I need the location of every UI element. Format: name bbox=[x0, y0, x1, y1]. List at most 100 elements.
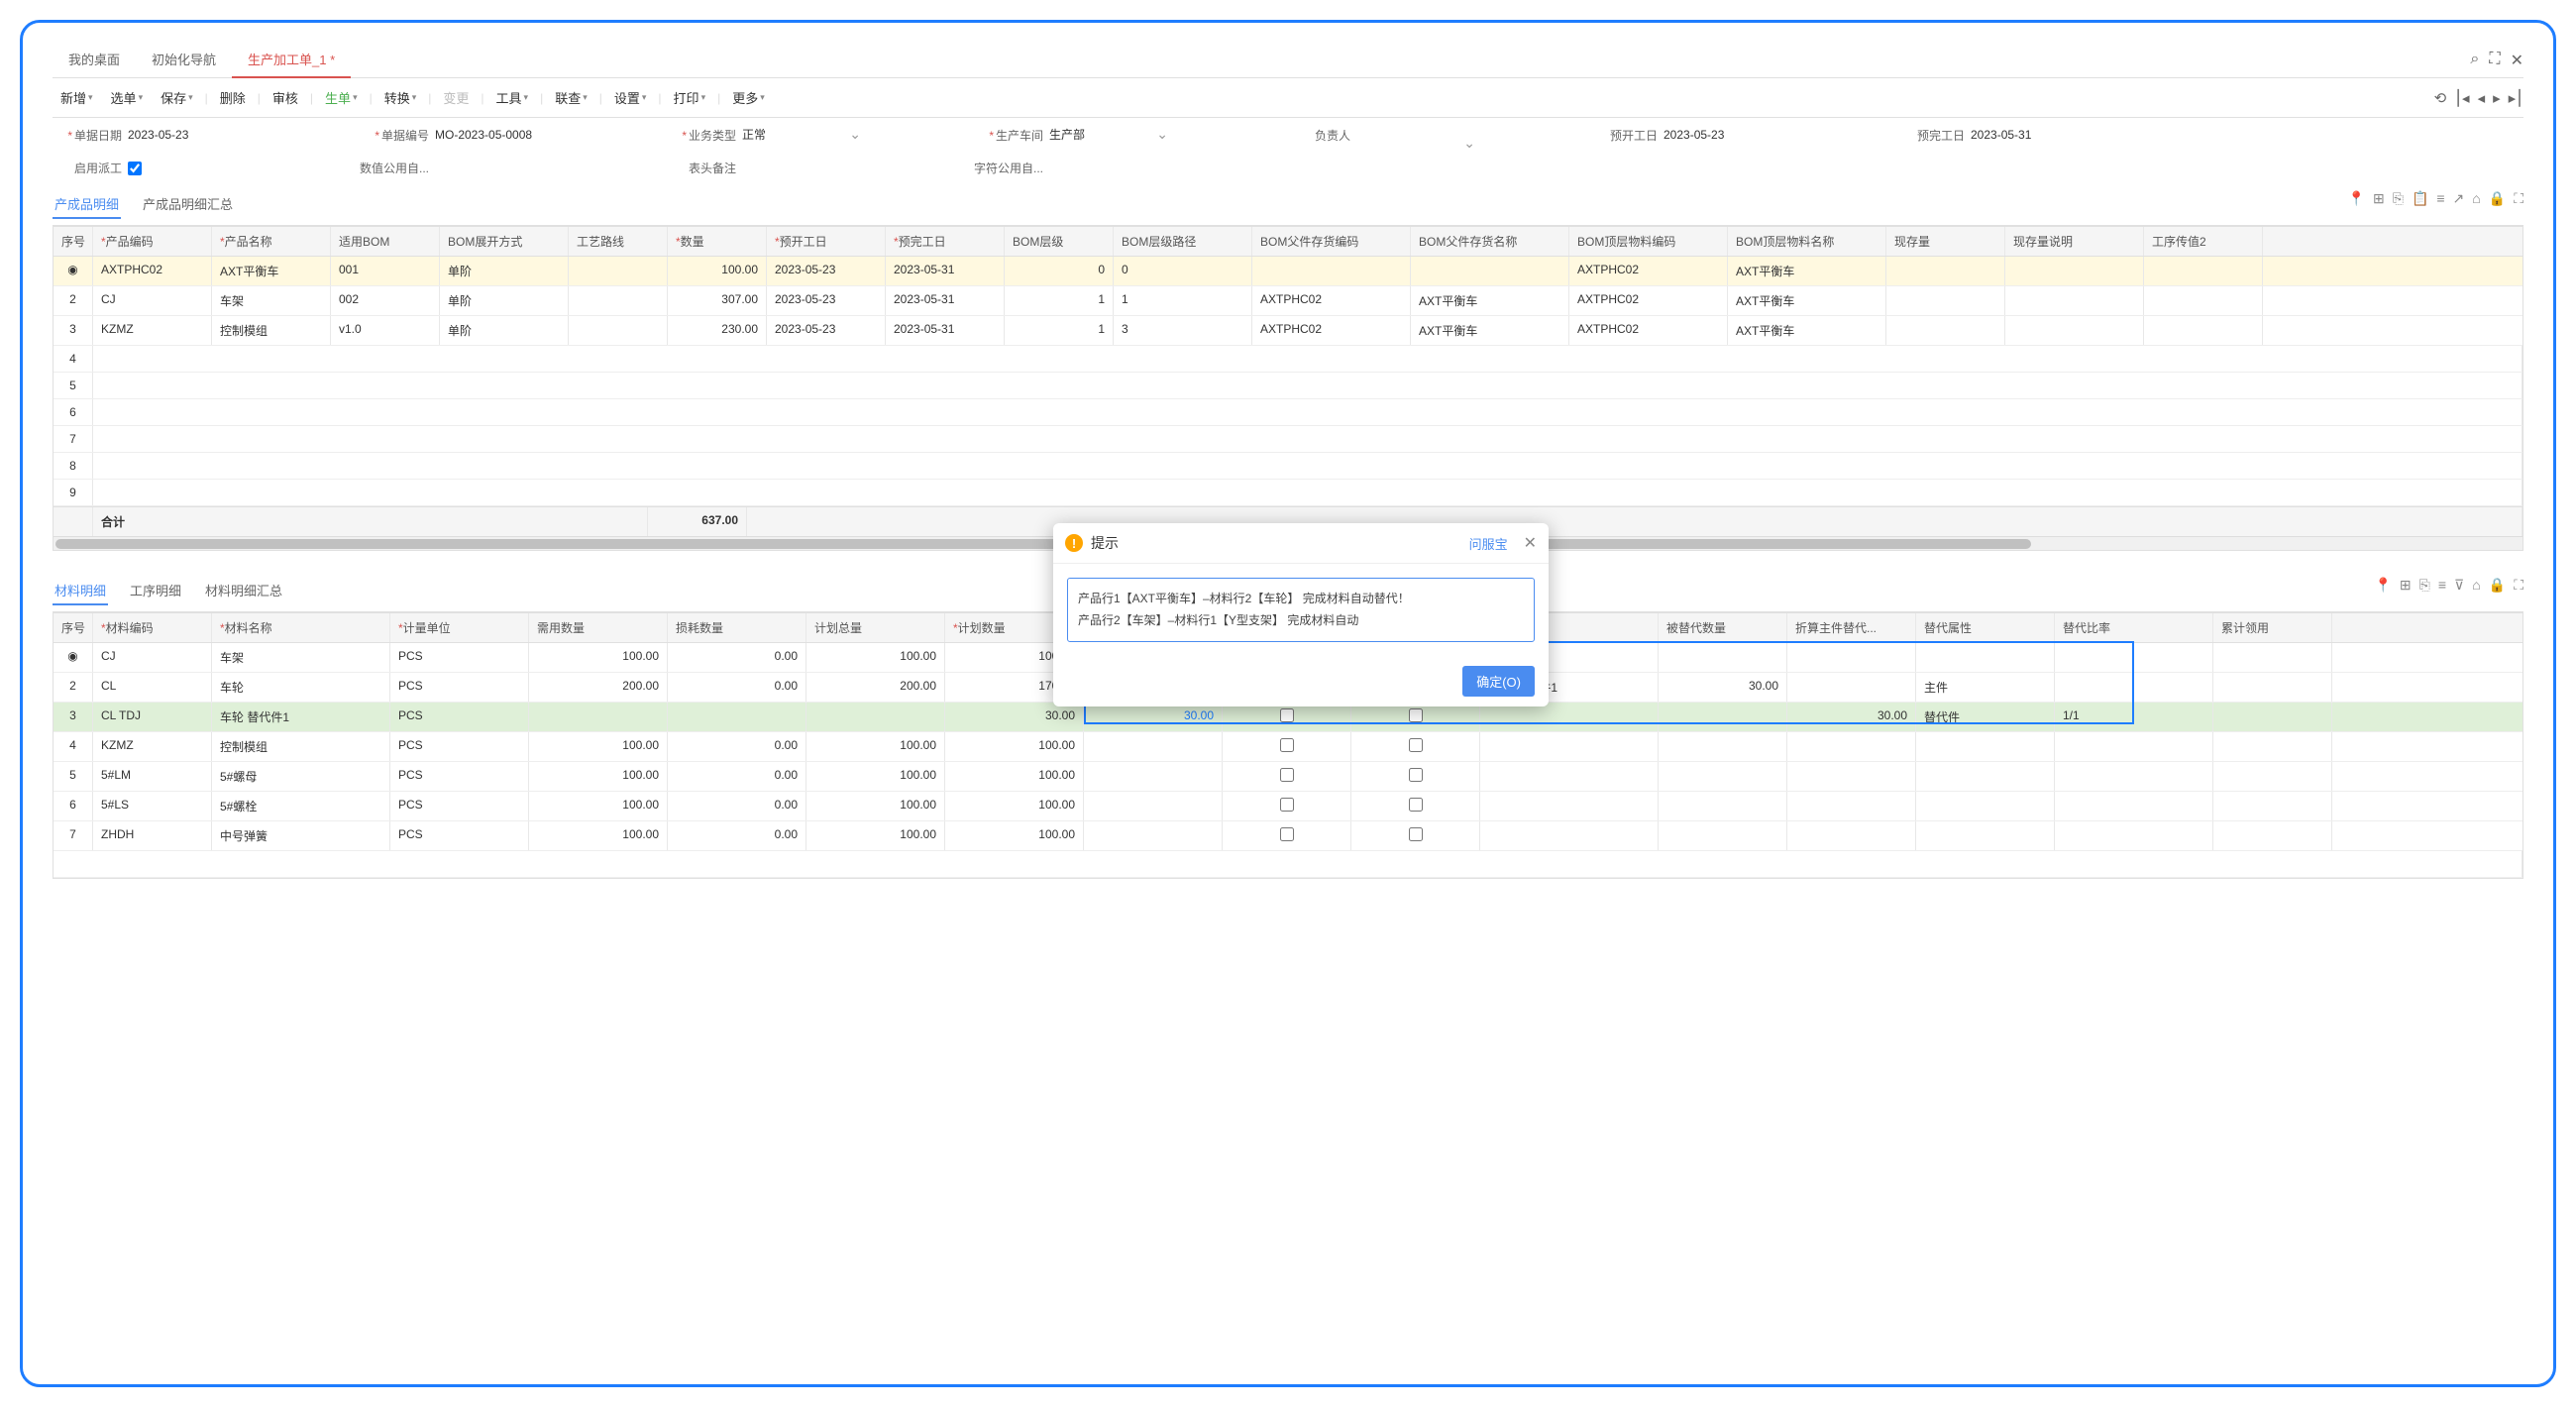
nav-first-icon[interactable]: ⎮◂ bbox=[2454, 89, 2469, 107]
checkbox-dispatch[interactable] bbox=[128, 162, 142, 175]
copy-icon[interactable]: ⎘ bbox=[2393, 190, 2404, 219]
checkbox-substitute[interactable] bbox=[1280, 738, 1294, 752]
nav-last-icon[interactable]: ▸⎮ bbox=[2509, 89, 2523, 107]
add-row-icon[interactable]: ⊞ bbox=[2373, 190, 2385, 219]
table-row[interactable]: 8 bbox=[54, 453, 2522, 480]
menu-print[interactable]: 打印▾ bbox=[666, 84, 714, 111]
table-row[interactable]: 4KZMZ控制模组PCS100.000.00100.00100.00 bbox=[54, 732, 2522, 762]
strike-icon[interactable]: ≡ bbox=[2438, 577, 2446, 605]
tab-material-process[interactable]: 工序明细 bbox=[128, 577, 183, 605]
strike-icon[interactable]: ≡ bbox=[2436, 190, 2444, 219]
copy-icon[interactable]: ⎘ bbox=[2419, 577, 2430, 605]
material-vscroll[interactable] bbox=[2522, 613, 2523, 878]
label-header-note: 表头备注 bbox=[667, 160, 736, 176]
checkbox-auto-sub[interactable] bbox=[1409, 738, 1423, 752]
value-doc-no[interactable]: MO-2023-05-0008 bbox=[435, 128, 554, 142]
value-plan-end[interactable]: 2023-05-31 bbox=[1971, 128, 2090, 142]
table-row[interactable]: 7ZHDH中号弹簧PCS100.000.00100.00100.00 bbox=[54, 821, 2522, 851]
table-row[interactable]: 2CJ车架002单阶307.002023-05-232023-05-3111AX… bbox=[54, 286, 2522, 316]
filter-icon[interactable]: ⊽ bbox=[2454, 577, 2464, 605]
pin-icon[interactable]: 📍 bbox=[2374, 577, 2391, 605]
add-row-icon[interactable]: ⊞ bbox=[2400, 577, 2412, 605]
label-workshop: 生产车间 bbox=[974, 127, 1043, 144]
table-row[interactable]: 9 bbox=[54, 480, 2522, 506]
home-icon[interactable]: ⌂ bbox=[2472, 190, 2480, 219]
tab-product-detail[interactable]: 产成品明细 bbox=[53, 190, 121, 219]
value-workshop[interactable]: 生产部 bbox=[1049, 126, 1168, 144]
table-row[interactable]: 3CL TDJ车轮 替代件1PCS30.0030.0030.00替代件1/1 bbox=[54, 703, 2522, 732]
modal-ok-button[interactable]: 确定(O) bbox=[1462, 666, 1535, 697]
table-row[interactable]: 65#LS5#螺栓PCS100.000.00100.00100.00 bbox=[54, 792, 2522, 821]
menu-settings[interactable]: 设置▾ bbox=[606, 84, 655, 111]
form-row-1: 单据日期2023-05-23 单据编号MO-2023-05-0008 业务类型正… bbox=[53, 118, 2523, 152]
col-v2: 工序传值2 bbox=[2144, 227, 2263, 256]
tab-product-summary[interactable]: 产成品明细汇总 bbox=[141, 190, 235, 219]
checkbox-auto-sub[interactable] bbox=[1409, 798, 1423, 812]
value-owner[interactable] bbox=[1356, 135, 1475, 136]
form-row-2: 启用派工 数值公用自... 表头备注 字符公用自... bbox=[53, 152, 2523, 184]
search-icon[interactable]: ⌕ bbox=[2470, 51, 2479, 70]
expand-icon[interactable]: ⛶ bbox=[2514, 190, 2523, 219]
menu-generate[interactable]: 生单▾ bbox=[317, 84, 366, 111]
value-plan-start[interactable]: 2023-05-23 bbox=[1664, 128, 1782, 142]
table-row[interactable]: 6 bbox=[54, 399, 2522, 426]
col-parent-name: BOM父件存货名称 bbox=[1411, 227, 1569, 256]
col-bom-lvl: BOM层级 bbox=[1005, 227, 1114, 256]
label-doc-date: 单据日期 bbox=[53, 127, 122, 144]
fullscreen-icon[interactable]: ⛶ bbox=[2489, 51, 2500, 70]
tab-init-nav[interactable]: 初始化导航 bbox=[136, 42, 232, 78]
menu-tools[interactable]: 工具▾ bbox=[488, 84, 537, 111]
nav-prev-icon[interactable]: ◂ bbox=[2478, 89, 2486, 107]
menu-select[interactable]: 选单▾ bbox=[103, 84, 152, 111]
close-icon[interactable]: ✕ bbox=[2511, 51, 2523, 70]
paste-icon[interactable]: 📋 bbox=[2412, 190, 2428, 219]
nav-next-icon[interactable]: ▸ bbox=[2493, 89, 2501, 107]
checkbox-substitute[interactable] bbox=[1280, 798, 1294, 812]
lock-icon[interactable]: 🔒 bbox=[2489, 577, 2506, 605]
checkbox-substitute[interactable] bbox=[1280, 768, 1294, 782]
expand-icon[interactable]: ⛶ bbox=[2514, 577, 2523, 605]
checkbox-substitute[interactable] bbox=[1280, 708, 1294, 722]
table-row[interactable]: 5 bbox=[54, 373, 2522, 399]
menu-transfer[interactable]: 转换▾ bbox=[376, 84, 425, 111]
tab-material-detail[interactable]: 材料明细 bbox=[53, 577, 108, 605]
menu-audit[interactable]: 审核 bbox=[265, 84, 306, 111]
checkbox-auto-sub[interactable] bbox=[1409, 827, 1423, 841]
col-stock: 现存量 bbox=[1886, 227, 2005, 256]
value-biz-type[interactable]: 正常 bbox=[742, 126, 861, 144]
refresh-icon[interactable]: ⟲ bbox=[2434, 89, 2447, 107]
lock-icon[interactable]: 🔒 bbox=[2489, 190, 2506, 219]
checkbox-substitute[interactable] bbox=[1280, 827, 1294, 841]
tab-active-doc[interactable]: 生产加工单_1 * bbox=[232, 42, 351, 78]
table-row[interactable]: 3KZMZ控制模组v1.0单阶230.002023-05-232023-05-3… bbox=[54, 316, 2522, 346]
mcol-loss: 损耗数量 bbox=[668, 613, 806, 642]
export-icon[interactable]: ↗ bbox=[2453, 190, 2465, 219]
table-row[interactable]: 55#LM5#螺母PCS100.000.00100.00100.00 bbox=[54, 762, 2522, 792]
mcol-uom: 计量单位 bbox=[390, 613, 529, 642]
modal-help-link[interactable]: 问服宝 bbox=[1469, 534, 1508, 553]
checkbox-auto-sub[interactable] bbox=[1409, 768, 1423, 782]
menu-delete[interactable]: 删除 bbox=[212, 84, 254, 111]
table-row bbox=[54, 851, 2522, 878]
menu-linkquery[interactable]: 联查▾ bbox=[547, 84, 595, 111]
menubar: 新增▾ 选单▾ 保存▾ | 删除 | 审核 | 生单▾ | 转换▾ | 变更 |… bbox=[53, 78, 2523, 118]
pin-icon[interactable]: 📍 bbox=[2348, 190, 2365, 219]
menu-change: 变更 bbox=[435, 84, 477, 111]
table-row[interactable]: ◉AXTPHC02AXT平衡车001单阶100.002023-05-232023… bbox=[54, 257, 2522, 286]
table-row[interactable]: 4 bbox=[54, 346, 2522, 373]
tab-material-summary[interactable]: 材料明细汇总 bbox=[203, 577, 284, 605]
checkbox-auto-sub[interactable] bbox=[1409, 708, 1423, 722]
col-product-name: 产品名称 bbox=[212, 227, 331, 256]
menu-save[interactable]: 保存▾ bbox=[153, 84, 201, 111]
label-char-public: 字符公用自... bbox=[974, 160, 1043, 176]
table-row[interactable]: 7 bbox=[54, 426, 2522, 453]
label-plan-start: 预开工日 bbox=[1588, 127, 1658, 144]
modal-close-icon[interactable]: ✕ bbox=[1524, 533, 1537, 553]
menu-more[interactable]: 更多▾ bbox=[724, 84, 773, 111]
tab-desktop[interactable]: 我的桌面 bbox=[53, 42, 136, 78]
mcol-seq: 序号 bbox=[54, 613, 93, 642]
home-icon[interactable]: ⌂ bbox=[2472, 577, 2480, 605]
value-doc-date[interactable]: 2023-05-23 bbox=[128, 128, 247, 142]
col-top-name: BOM顶层物料名称 bbox=[1728, 227, 1886, 256]
menu-add[interactable]: 新增▾ bbox=[53, 84, 101, 111]
